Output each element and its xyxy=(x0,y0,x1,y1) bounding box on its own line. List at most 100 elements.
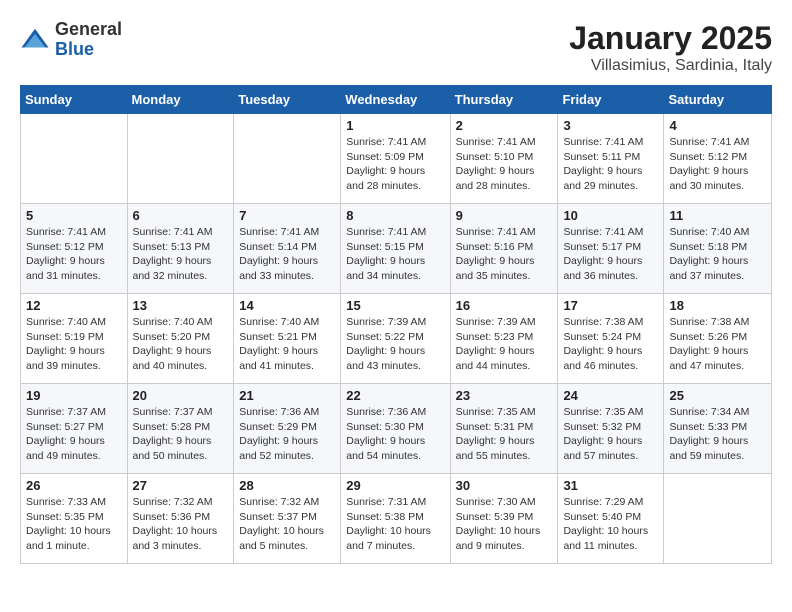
calendar-day-cell xyxy=(664,474,772,564)
day-info: Sunrise: 7:30 AM Sunset: 5:39 PM Dayligh… xyxy=(456,495,553,554)
day-number: 12 xyxy=(26,298,122,313)
calendar-day-cell: 13 Sunrise: 7:40 AM Sunset: 5:20 PM Dayli… xyxy=(127,294,234,384)
day-info: Sunrise: 7:37 AM Sunset: 5:27 PM Dayligh… xyxy=(26,405,122,464)
calendar-day-cell: 27 Sunrise: 7:32 AM Sunset: 5:36 PM Dayli… xyxy=(127,474,234,564)
calendar-day-cell: 7 Sunrise: 7:41 AM Sunset: 5:14 PM Daylig… xyxy=(234,204,341,294)
calendar-day-cell: 2 Sunrise: 7:41 AM Sunset: 5:10 PM Daylig… xyxy=(450,114,558,204)
calendar-day-cell: 11 Sunrise: 7:40 AM Sunset: 5:18 PM Dayli… xyxy=(664,204,772,294)
logo-general: General xyxy=(55,20,122,40)
calendar-day-cell: 22 Sunrise: 7:36 AM Sunset: 5:30 PM Dayli… xyxy=(341,384,450,474)
day-info: Sunrise: 7:38 AM Sunset: 5:24 PM Dayligh… xyxy=(563,315,658,374)
day-number: 1 xyxy=(346,118,444,133)
calendar-day-cell: 25 Sunrise: 7:34 AM Sunset: 5:33 PM Dayli… xyxy=(664,384,772,474)
day-info: Sunrise: 7:41 AM Sunset: 5:16 PM Dayligh… xyxy=(456,225,553,284)
day-info: Sunrise: 7:39 AM Sunset: 5:23 PM Dayligh… xyxy=(456,315,553,374)
day-info: Sunrise: 7:41 AM Sunset: 5:11 PM Dayligh… xyxy=(563,135,658,194)
day-info: Sunrise: 7:41 AM Sunset: 5:17 PM Dayligh… xyxy=(563,225,658,284)
day-number: 15 xyxy=(346,298,444,313)
calendar-day-cell xyxy=(127,114,234,204)
day-number: 27 xyxy=(133,478,229,493)
day-number: 26 xyxy=(26,478,122,493)
calendar-day-cell: 18Sunrise: 7:38 AM Sunset: 5:26 PM Dayli… xyxy=(664,294,772,384)
calendar-day-cell: 28Sunrise: 7:32 AM Sunset: 5:37 PM Dayli… xyxy=(234,474,341,564)
page-header: General Blue January 2025 Villasimius, S… xyxy=(20,20,772,75)
day-number: 22 xyxy=(346,388,444,403)
calendar-week-row: 5 Sunrise: 7:41 AM Sunset: 5:12 PM Daylig… xyxy=(21,204,772,294)
day-info: Sunrise: 7:41 AM Sunset: 5:10 PM Dayligh… xyxy=(456,135,553,194)
calendar-day-cell: 4Sunrise: 7:41 AM Sunset: 5:12 PM Daylig… xyxy=(664,114,772,204)
day-info: Sunrise: 7:29 AM Sunset: 5:40 PM Dayligh… xyxy=(563,495,658,554)
day-info: Sunrise: 7:41 AM Sunset: 5:14 PM Dayligh… xyxy=(239,225,335,284)
calendar-day-cell: 16 Sunrise: 7:39 AM Sunset: 5:23 PM Dayli… xyxy=(450,294,558,384)
month-title: January 2025 xyxy=(569,20,772,57)
calendar-day-header: Thursday xyxy=(450,86,558,114)
day-number: 6 xyxy=(133,208,229,223)
day-info: Sunrise: 7:36 AM Sunset: 5:30 PM Dayligh… xyxy=(346,405,444,464)
day-number: 8 xyxy=(346,208,444,223)
calendar-day-cell: 5 Sunrise: 7:41 AM Sunset: 5:12 PM Daylig… xyxy=(21,204,128,294)
calendar-day-cell: 3 Sunrise: 7:41 AM Sunset: 5:11 PM Daylig… xyxy=(558,114,664,204)
calendar-day-cell: 12 Sunrise: 7:40 AM Sunset: 5:19 PM Dayli… xyxy=(21,294,128,384)
day-number: 16 xyxy=(456,298,553,313)
calendar-day-cell xyxy=(21,114,128,204)
day-info: Sunrise: 7:32 AM Sunset: 5:37 PM Dayligh… xyxy=(239,495,335,554)
day-info: Sunrise: 7:37 AM Sunset: 5:28 PM Dayligh… xyxy=(133,405,229,464)
calendar-day-cell: 31 Sunrise: 7:29 AM Sunset: 5:40 PM Dayli… xyxy=(558,474,664,564)
day-number: 31 xyxy=(563,478,658,493)
calendar-day-cell: 30 Sunrise: 7:30 AM Sunset: 5:39 PM Dayli… xyxy=(450,474,558,564)
logo: General Blue xyxy=(20,20,122,60)
day-number: 2 xyxy=(456,118,553,133)
day-info: Sunrise: 7:40 AM Sunset: 5:19 PM Dayligh… xyxy=(26,315,122,374)
calendar-week-row: 12 Sunrise: 7:40 AM Sunset: 5:19 PM Dayli… xyxy=(21,294,772,384)
day-number: 19 xyxy=(26,388,122,403)
day-number: 25 xyxy=(669,388,766,403)
day-number: 23 xyxy=(456,388,553,403)
calendar-day-cell: 19 Sunrise: 7:37 AM Sunset: 5:27 PM Dayli… xyxy=(21,384,128,474)
day-number: 9 xyxy=(456,208,553,223)
title-block: January 2025 Villasimius, Sardinia, Ital… xyxy=(569,20,772,75)
calendar-day-cell: 1 Sunrise: 7:41 AM Sunset: 5:09 PM Daylig… xyxy=(341,114,450,204)
day-number: 21 xyxy=(239,388,335,403)
day-info: Sunrise: 7:36 AM Sunset: 5:29 PM Dayligh… xyxy=(239,405,335,464)
calendar-day-cell: 14Sunrise: 7:40 AM Sunset: 5:21 PM Dayli… xyxy=(234,294,341,384)
day-number: 7 xyxy=(239,208,335,223)
calendar-day-cell: 15Sunrise: 7:39 AM Sunset: 5:22 PM Dayli… xyxy=(341,294,450,384)
calendar-day-header: Sunday xyxy=(21,86,128,114)
day-info: Sunrise: 7:41 AM Sunset: 5:09 PM Dayligh… xyxy=(346,135,444,194)
day-number: 24 xyxy=(563,388,658,403)
calendar-day-cell: 20 Sunrise: 7:37 AM Sunset: 5:28 PM Dayli… xyxy=(127,384,234,474)
calendar-week-row: 26 Sunrise: 7:33 AM Sunset: 5:35 PM Dayli… xyxy=(21,474,772,564)
day-info: Sunrise: 7:41 AM Sunset: 5:15 PM Dayligh… xyxy=(346,225,444,284)
day-info: Sunrise: 7:35 AM Sunset: 5:32 PM Dayligh… xyxy=(563,405,658,464)
day-info: Sunrise: 7:31 AM Sunset: 5:38 PM Dayligh… xyxy=(346,495,444,554)
calendar-day-header: Friday xyxy=(558,86,664,114)
day-info: Sunrise: 7:40 AM Sunset: 5:18 PM Dayligh… xyxy=(669,225,766,284)
day-number: 4 xyxy=(669,118,766,133)
day-info: Sunrise: 7:40 AM Sunset: 5:20 PM Dayligh… xyxy=(133,315,229,374)
calendar-day-cell: 10 Sunrise: 7:41 AM Sunset: 5:17 PM Dayli… xyxy=(558,204,664,294)
day-number: 30 xyxy=(456,478,553,493)
calendar-day-header: Wednesday xyxy=(341,86,450,114)
calendar-day-cell: 23Sunrise: 7:35 AM Sunset: 5:31 PM Dayli… xyxy=(450,384,558,474)
calendar-day-cell: 29Sunrise: 7:31 AM Sunset: 5:38 PM Dayli… xyxy=(341,474,450,564)
day-number: 20 xyxy=(133,388,229,403)
day-info: Sunrise: 7:33 AM Sunset: 5:35 PM Dayligh… xyxy=(26,495,122,554)
day-info: Sunrise: 7:32 AM Sunset: 5:36 PM Dayligh… xyxy=(133,495,229,554)
logo-blue: Blue xyxy=(55,40,122,60)
day-number: 5 xyxy=(26,208,122,223)
logo-icon xyxy=(20,25,50,55)
calendar-day-cell: 21 Sunrise: 7:36 AM Sunset: 5:29 PM Dayli… xyxy=(234,384,341,474)
calendar-day-cell: 6Sunrise: 7:41 AM Sunset: 5:13 PM Daylig… xyxy=(127,204,234,294)
calendar-day-cell: 26 Sunrise: 7:33 AM Sunset: 5:35 PM Dayli… xyxy=(21,474,128,564)
calendar-week-row: 1 Sunrise: 7:41 AM Sunset: 5:09 PM Daylig… xyxy=(21,114,772,204)
day-info: Sunrise: 7:41 AM Sunset: 5:12 PM Dayligh… xyxy=(26,225,122,284)
calendar-day-cell: 9 Sunrise: 7:41 AM Sunset: 5:16 PM Daylig… xyxy=(450,204,558,294)
day-info: Sunrise: 7:34 AM Sunset: 5:33 PM Dayligh… xyxy=(669,405,766,464)
day-number: 11 xyxy=(669,208,766,223)
calendar-day-header: Monday xyxy=(127,86,234,114)
day-number: 10 xyxy=(563,208,658,223)
day-number: 13 xyxy=(133,298,229,313)
day-number: 3 xyxy=(563,118,658,133)
calendar-day-cell: 8 Sunrise: 7:41 AM Sunset: 5:15 PM Daylig… xyxy=(341,204,450,294)
calendar-header-row: SundayMondayTuesdayWednesdayThursdayFrid… xyxy=(21,86,772,114)
